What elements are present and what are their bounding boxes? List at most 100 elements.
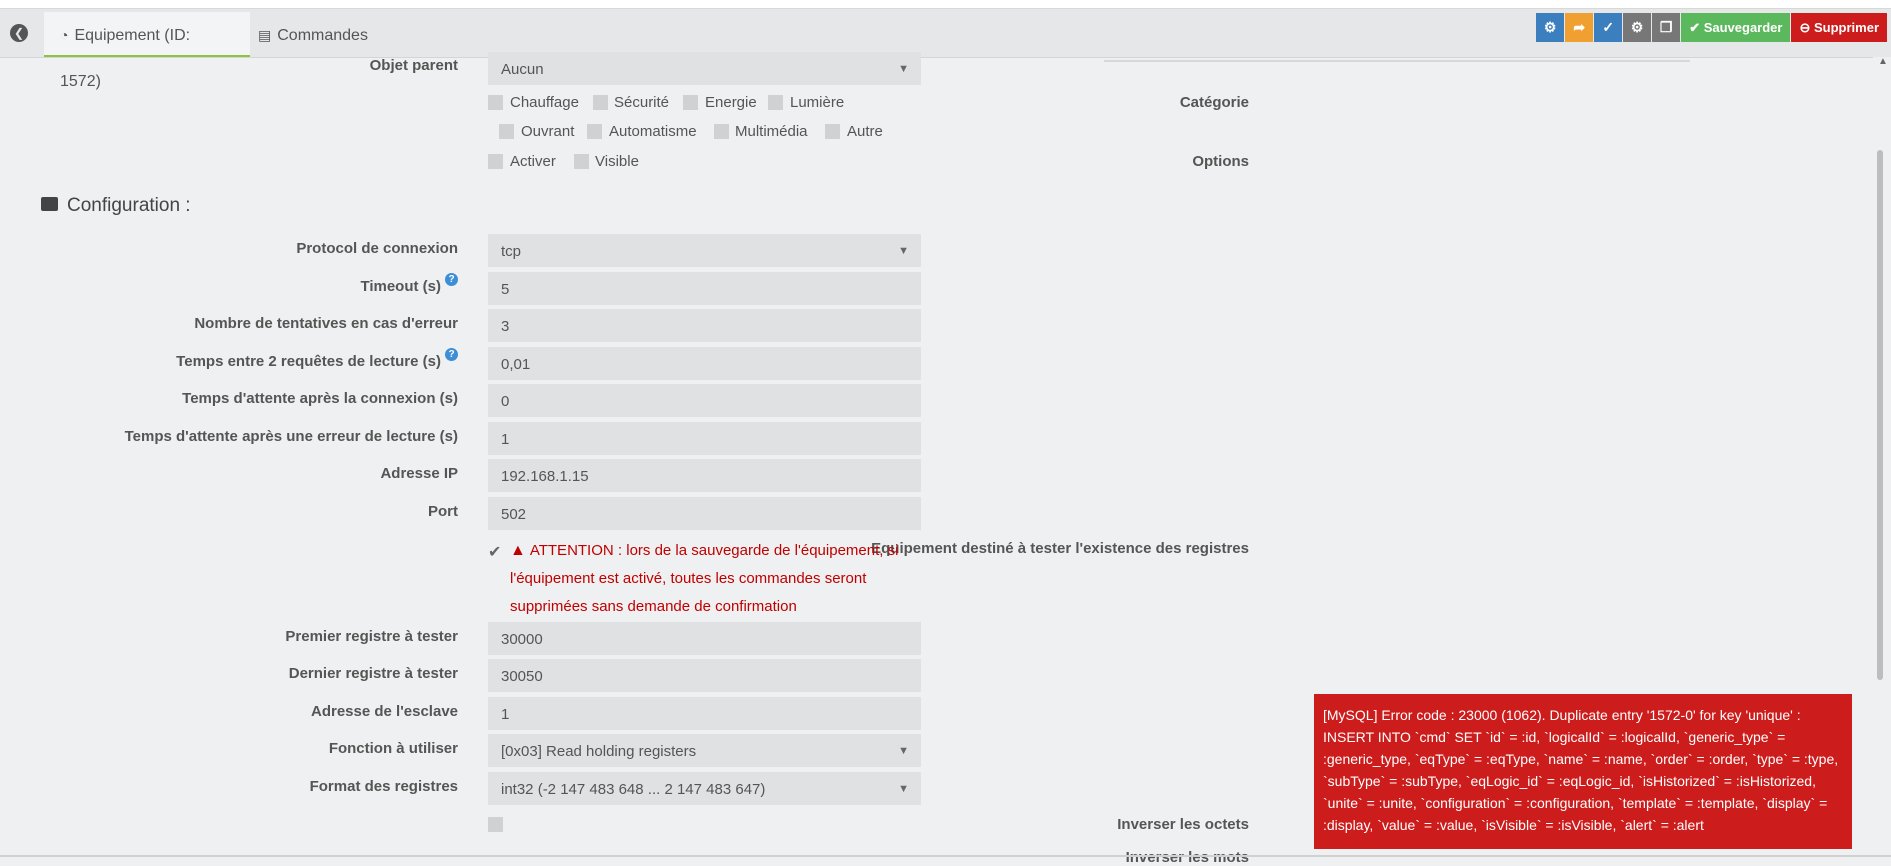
slave-address-value: 1 xyxy=(501,706,510,723)
connect-wait-value: 0 xyxy=(501,393,510,410)
read-interval-label-text: Temps entre 2 requêtes de lecture (s) xyxy=(176,353,441,370)
timeout-value: 5 xyxy=(501,281,510,298)
help-icon[interactable]: ? xyxy=(445,348,458,361)
first-register-input[interactable]: 30000 xyxy=(488,622,921,655)
dashboard-icon: ◔ xyxy=(60,27,69,43)
category-label-energie: Energie xyxy=(705,94,757,111)
retries-label: Nombre de tentatives en cas d'erreur xyxy=(194,315,458,332)
category-checkbox-chauffage[interactable] xyxy=(488,95,503,110)
slave-address-label: Adresse de l'esclave xyxy=(311,703,458,720)
cogs-icon[interactable]: ⚙ xyxy=(1623,13,1652,42)
top-band xyxy=(0,0,1891,9)
slave-address-input[interactable]: 1 xyxy=(488,697,921,730)
category-label: Catégorie xyxy=(1179,94,1249,111)
register-format-label: Format des registres xyxy=(309,778,458,795)
test-registers-checkbox[interactable]: ✔ xyxy=(488,542,501,562)
retries-input[interactable]: 3 xyxy=(488,309,921,342)
option-label-activer: Activer xyxy=(510,153,556,170)
first-register-label: Premier registre à tester xyxy=(285,628,458,645)
timeout-label-text: Timeout (s) xyxy=(360,278,441,295)
dropdown-arrow-icon: ▼ xyxy=(898,783,909,795)
copy-icon[interactable]: ❐ xyxy=(1652,13,1681,42)
action-toolbar: ⚙ ➦ ✓ ⚙ ❐ ✔ Sauvegarder ⊖ Supprimer xyxy=(1536,13,1887,42)
row-slave-address: Adresse de l'esclave 1 xyxy=(0,697,1100,733)
error-toast[interactable]: [MySQL] Error code : 23000 (1062). Dupli… xyxy=(1314,694,1852,849)
swap-bytes-checkbox[interactable] xyxy=(488,817,503,832)
category-checkbox-securite[interactable] xyxy=(593,95,608,110)
save-button[interactable]: ✔ Sauvegarder xyxy=(1681,13,1791,42)
dropdown-arrow-icon: ▼ xyxy=(898,745,909,757)
read-interval-value: 0,01 xyxy=(501,356,531,373)
protocol-select[interactable]: tcp ▼ xyxy=(488,234,921,267)
parent-object-select[interactable]: Aucun ▼ xyxy=(488,52,921,85)
warning-message: ▲ ATTENTION : lors de la sauvegarde de l'… xyxy=(510,537,910,621)
port-value: 502 xyxy=(501,506,527,523)
help-icon[interactable]: ? xyxy=(445,273,458,286)
list-icon: ▤ xyxy=(258,27,272,43)
category-checkbox-energie[interactable] xyxy=(683,95,698,110)
tab-commands[interactable]: ▤ Commandes xyxy=(258,12,372,57)
delete-button[interactable]: ⊖ Supprimer xyxy=(1791,13,1887,42)
swap-bytes-label: Inverser les octets xyxy=(1117,816,1249,833)
read-interval-input[interactable]: 0,01 xyxy=(488,347,921,380)
port-input[interactable]: 502 xyxy=(488,497,921,530)
last-register-input[interactable]: 30050 xyxy=(488,659,921,692)
option-checkbox-visible[interactable] xyxy=(574,154,589,169)
dropdown-arrow-icon: ▼ xyxy=(898,63,909,75)
check-icon[interactable]: ✓ xyxy=(1594,13,1623,42)
row-read-interval: Temps entre 2 requêtes de lecture (s)? 0… xyxy=(0,347,1100,383)
configure-icon[interactable]: ⚙ xyxy=(1536,13,1565,42)
timeout-input[interactable]: 5 xyxy=(488,272,921,305)
options-label: Options xyxy=(1192,153,1249,170)
category-checkbox-automatisme[interactable] xyxy=(587,124,602,139)
swap-words-label: Inverser les mots xyxy=(1125,849,1249,866)
category-checkbox-ouvrant[interactable] xyxy=(499,124,514,139)
function-value: [0x03] Read holding registers xyxy=(501,743,697,760)
scroll-up-icon[interactable]: ▲ xyxy=(1878,56,1888,67)
save-button-label: Sauvegarder xyxy=(1703,20,1783,35)
connect-wait-label: Temps d'attente après la connexion (s) xyxy=(182,390,458,407)
share-icon[interactable]: ➦ xyxy=(1565,13,1594,42)
function-select[interactable]: [0x03] Read holding registers ▼ xyxy=(488,734,921,767)
retries-value: 3 xyxy=(501,318,510,335)
category-checkbox-autre[interactable] xyxy=(825,124,840,139)
last-register-label: Dernier registre à tester xyxy=(288,665,458,682)
register-format-select[interactable]: int32 (-2 147 483 648 ... 2 147 483 647)… xyxy=(488,772,921,805)
comment-textarea-edge[interactable] xyxy=(1104,57,1690,62)
category-checkbox-multimedia[interactable] xyxy=(714,124,729,139)
delete-icon: ⊖ xyxy=(1799,20,1814,35)
save-icon: ✔ xyxy=(1689,20,1704,35)
scrollbar-thumb[interactable] xyxy=(1877,150,1883,680)
row-last-register: Dernier registre à tester 30050 xyxy=(0,659,1100,695)
list-alt-icon xyxy=(41,196,58,211)
option-checkbox-activer[interactable] xyxy=(488,154,503,169)
back-arrow-icon[interactable]: ❮ xyxy=(10,24,28,42)
ip-address-label: Adresse IP xyxy=(380,465,458,482)
category-label-securite: Sécurité xyxy=(614,94,670,111)
first-register-value: 30000 xyxy=(501,631,543,648)
parent-object-label: Objet parent xyxy=(369,57,458,74)
category-label-lumiere: Lumière xyxy=(790,94,845,111)
row-function: Fonction à utiliser [0x03] Read holding … xyxy=(0,734,1100,770)
protocol-value: tcp xyxy=(501,243,522,260)
ip-address-input[interactable]: 192.168.1.15 xyxy=(488,459,921,492)
warning-text: ATTENTION : lors de la sauvegarde de l'é… xyxy=(510,542,899,615)
read-interval-label: Temps entre 2 requêtes de lecture (s)? xyxy=(176,348,458,370)
error-wait-label: Temps d'attente après une erreur de lect… xyxy=(124,428,458,445)
tab-commands-label: Commandes xyxy=(277,27,368,44)
error-wait-input[interactable]: 1 xyxy=(488,422,921,455)
tab-equipment[interactable]: ◔ Equipement (ID: 1572) xyxy=(44,12,250,90)
dropdown-arrow-icon: ▼ xyxy=(898,245,909,257)
row-protocol: Protocol de connexion tcp ▼ xyxy=(0,234,1100,270)
register-format-value: int32 (-2 147 483 648 ... 2 147 483 647) xyxy=(501,781,766,798)
row-connect-wait: Temps d'attente après la connexion (s) 0 xyxy=(0,384,1100,420)
category-label-multimedia: Multimédia xyxy=(735,123,808,140)
connect-wait-input[interactable]: 0 xyxy=(488,384,921,417)
parent-object-value: Aucun xyxy=(501,61,544,78)
row-ip-address: Adresse IP 192.168.1.15 xyxy=(0,459,1100,495)
category-checkbox-lumiere[interactable] xyxy=(768,95,783,110)
row-port: Port 502 xyxy=(0,497,1100,533)
category-label-ouvrant: Ouvrant xyxy=(521,123,575,140)
row-register-format: Format des registres int32 (-2 147 483 6… xyxy=(0,772,1100,808)
row-error-wait: Temps d'attente après une erreur de lect… xyxy=(0,422,1100,458)
